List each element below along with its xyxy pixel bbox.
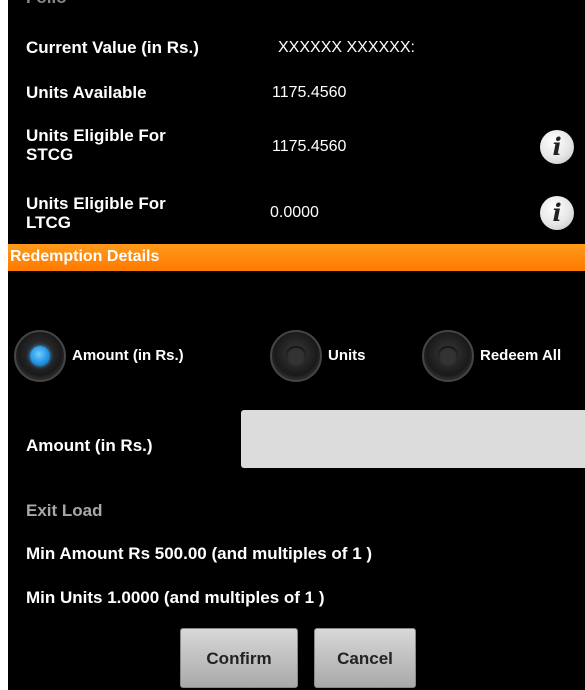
cancel-button[interactable]: Cancel (314, 628, 416, 688)
ltcg-info-icon[interactable]: i (540, 196, 574, 230)
radio-redeem-all-circle[interactable] (422, 330, 474, 382)
ltcg-value: 0.0000 (270, 204, 319, 221)
current-value: XXXXXX XXXXXX: (278, 39, 415, 56)
section-title: Redemption Details (10, 248, 160, 265)
amount-input[interactable] (241, 410, 585, 468)
radio-amount[interactable]: Amount (in Rs.) (14, 330, 244, 382)
confirm-button[interactable]: Confirm (180, 628, 298, 688)
ltcg-label-line1: Units Eligible For (26, 194, 166, 213)
stcg-label: Units Eligible For STCG (26, 126, 166, 164)
stcg-info-icon[interactable]: i (540, 130, 574, 164)
radio-amount-label: Amount (in Rs.) (72, 347, 184, 364)
radio-dot (438, 346, 458, 366)
radio-units[interactable]: Units (270, 330, 410, 382)
redemption-screen: Folio Current Value (in Rs.) XXXXXX XXXX… (8, 0, 585, 690)
amount-field-label: Amount (in Rs.) (26, 436, 153, 455)
ltcg-label: Units Eligible For LTCG (26, 194, 166, 232)
radio-redeem-all[interactable]: Redeem All (422, 330, 585, 382)
radio-redeem-all-label: Redeem All (480, 347, 562, 364)
units-available-value: 1175.4560 (272, 84, 347, 101)
exit-load-label: Exit Load (26, 501, 103, 520)
redemption-details-header: Redemption Details (8, 244, 585, 271)
radio-dot (286, 346, 306, 366)
min-units-text: Min Units 1.0000 (and multiples of 1 ) (26, 588, 325, 607)
cut-off-row: Folio (26, 0, 67, 8)
stcg-value: 1175.4560 (272, 138, 347, 155)
current-value-label: Current Value (in Rs.) (26, 38, 199, 57)
units-available-label: Units Available (26, 83, 147, 102)
stcg-label-line1: Units Eligible For (26, 126, 166, 145)
radio-selected-dot (30, 346, 50, 366)
radio-amount-circle[interactable] (14, 330, 66, 382)
stcg-label-line2: STCG (26, 145, 74, 164)
radio-units-circle[interactable] (270, 330, 322, 382)
min-amount-text: Min Amount Rs 500.00 (and multiples of 1… (26, 544, 373, 563)
radio-units-label: Units (328, 347, 366, 364)
ltcg-label-line2: LTCG (26, 213, 72, 232)
